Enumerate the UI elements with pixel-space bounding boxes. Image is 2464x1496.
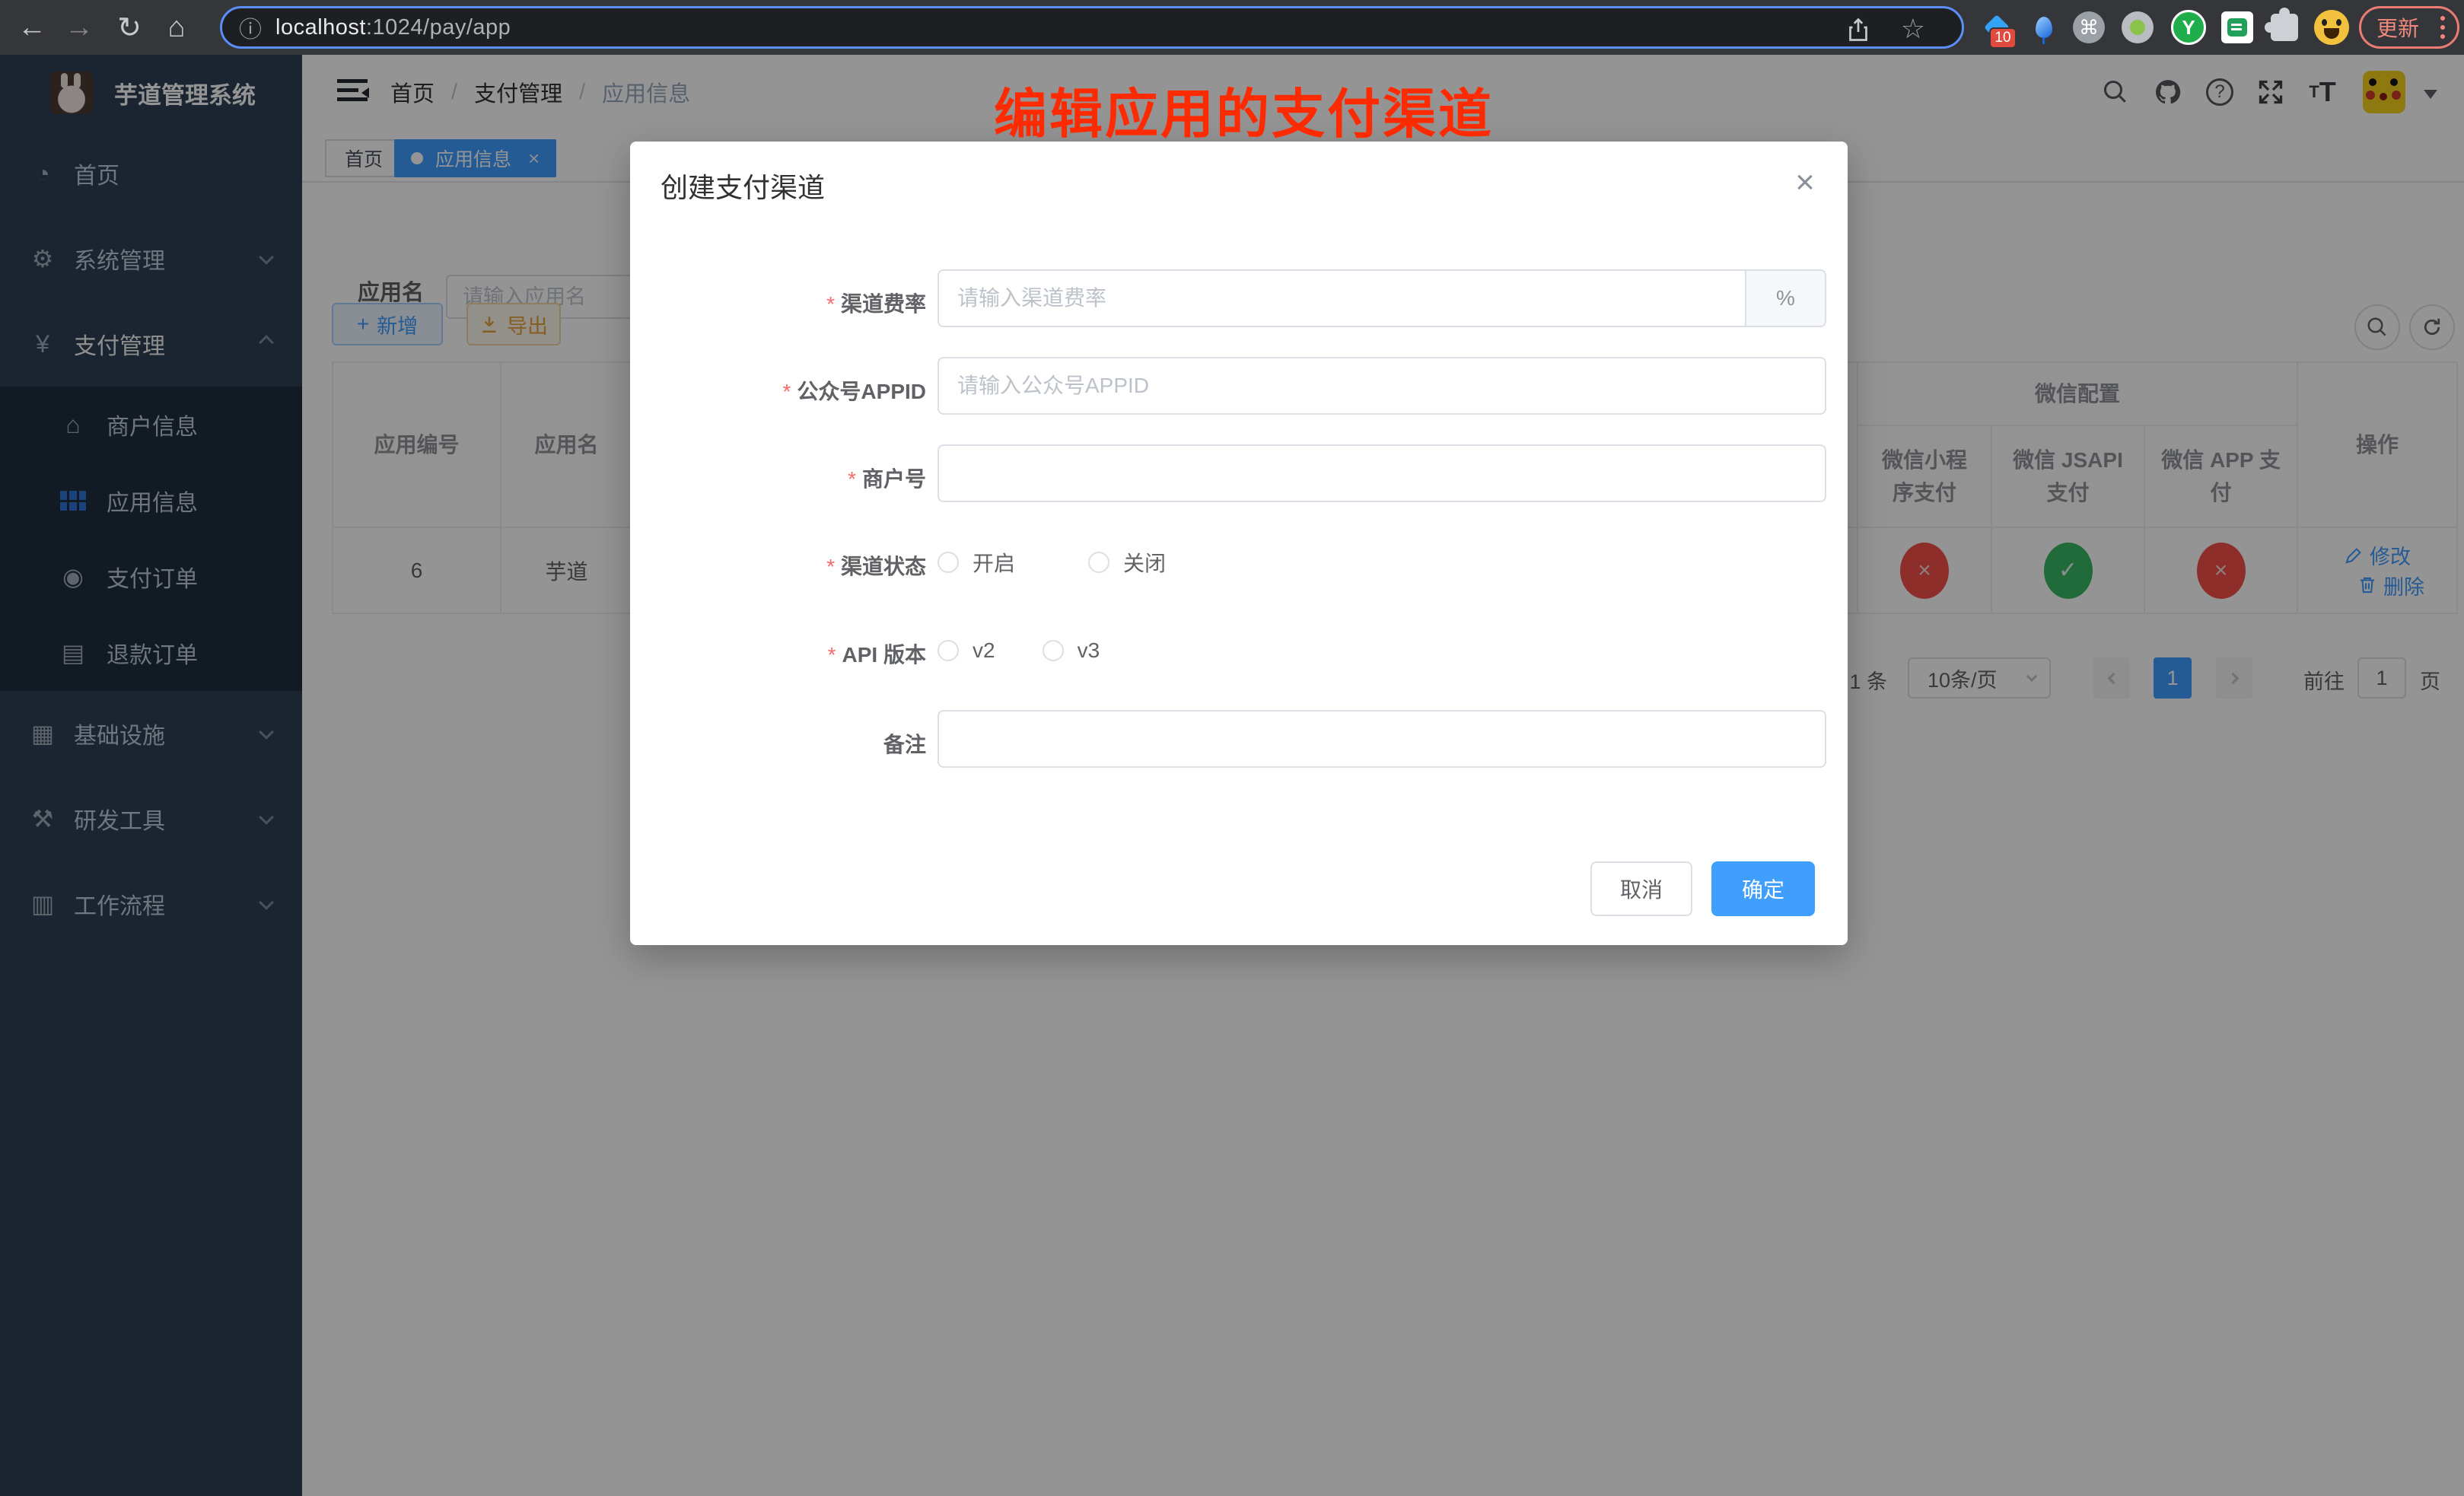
merchant-id-input[interactable] xyxy=(938,444,1826,502)
extension-green-dot-icon[interactable] xyxy=(2119,0,2156,55)
radio-api-v3[interactable] xyxy=(1043,640,1064,661)
percent-suffix: % xyxy=(1745,271,1825,326)
field-label-rate: *渠道费率 xyxy=(826,288,926,318)
field-label-merchant-id: *商户号 xyxy=(848,463,926,493)
confirm-button[interactable]: 确定 xyxy=(1711,861,1815,916)
field-label-remark: 备注 xyxy=(883,728,926,759)
bookmark-star-icon[interactable]: ☆ xyxy=(1901,13,1925,45)
radio-status-open[interactable] xyxy=(938,552,959,573)
extensions-puzzle-icon[interactable] xyxy=(2266,0,2303,55)
url-text: localhost:1024/pay/app xyxy=(275,15,511,40)
share-icon[interactable] xyxy=(1845,16,1872,43)
app-page: 芋道管理系统 ◔ 首页 ⚙ 系统管理 ¥ 支付管理 ⌂ 商户信息 xyxy=(0,55,2464,1496)
browser-reload-button[interactable]: ↻ xyxy=(108,0,151,55)
dialog-title: 创建支付渠道 xyxy=(661,166,825,205)
extension-balloon-icon[interactable] xyxy=(2026,0,2062,55)
create-payment-channel-dialog: 创建支付渠道 × *渠道费率 % *公众号APPID *商户号 *渠道状态 xyxy=(630,142,1848,945)
browser-menu-icon[interactable] xyxy=(2440,16,2445,39)
remark-input[interactable] xyxy=(938,710,1826,768)
browser-back-button[interactable]: ← xyxy=(11,0,53,55)
channel-rate-input[interactable] xyxy=(939,271,1745,326)
field-label-appid: *公众号APPID xyxy=(783,375,926,406)
extension-message-icon[interactable] xyxy=(2219,0,2255,55)
address-bar[interactable]: ⓘ localhost:1024/pay/app ☆ xyxy=(220,6,1964,49)
extension-command-icon[interactable]: ⌘ xyxy=(2071,0,2107,55)
annotation-text: 编辑应用的支付渠道 xyxy=(994,72,1494,148)
field-label-channel-status: *渠道状态 xyxy=(826,550,926,581)
close-icon[interactable]: × xyxy=(1784,161,1826,204)
cancel-button[interactable]: 取消 xyxy=(1590,861,1692,916)
browser-update-button[interactable]: 更新 xyxy=(2359,6,2459,49)
browser-home-button[interactable]: ⌂ xyxy=(155,0,198,55)
extension-y-icon[interactable]: Y xyxy=(2170,0,2207,55)
site-info-icon[interactable]: ⓘ xyxy=(239,11,262,44)
browser-forward-button[interactable]: → xyxy=(58,0,100,55)
browser-toolbar: ← → ↻ ⌂ ⓘ localhost:1024/pay/app ☆ 10 ⌘ … xyxy=(0,0,2464,55)
profile-emoji-avatar[interactable] xyxy=(2313,0,2350,55)
extension-diamond-icon[interactable]: 10 xyxy=(1979,0,2015,55)
official-account-appid-input[interactable] xyxy=(938,357,1826,415)
radio-status-closed[interactable] xyxy=(1088,552,1109,573)
extension-badge: 10 xyxy=(1989,27,2017,49)
field-label-api-version: *API 版本 xyxy=(828,638,926,669)
radio-api-v2[interactable] xyxy=(938,640,959,661)
